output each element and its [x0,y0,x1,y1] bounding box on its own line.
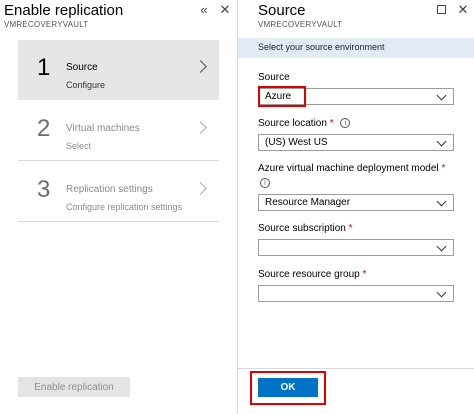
source-location-label: Source location * i [258,118,351,129]
blade-subtitle: VMRECOVERYVAULT [258,20,343,29]
source-subscription-label: Source subscription * [258,223,353,234]
info-icon[interactable]: i [260,178,270,188]
source-location-dropdown[interactable]: (US) West US [258,134,454,151]
dropdown-value: Azure [265,91,292,102]
step-subtitle: Configure replication settings [66,202,183,212]
chevron-down-icon [436,136,447,147]
step-subtitle: Select [66,141,92,151]
info-bar: Select your source environment [238,38,474,58]
required-marker: * [441,163,446,174]
label-text: Source resource group [258,269,360,280]
label-text: Source subscription [258,223,346,234]
dropdown-value: (US) West US [265,137,328,148]
enable-replication-blade: Enable replication VMRECOVERYVAULT « ✕ 1… [0,0,238,414]
close-icon[interactable]: ✕ [218,3,232,17]
footer-divider [238,368,474,369]
info-text: Select your source environment [258,42,385,52]
chevron-right-icon [194,121,207,134]
step-title: Source [66,62,98,73]
required-marker: * [362,269,367,280]
source-blade: Source VMRECOVERYVAULT ✕ Select your sou… [238,0,474,414]
source-resource-group-dropdown[interactable] [258,285,454,302]
step-title: Replication settings [66,184,153,195]
chevron-right-icon [194,182,207,195]
source-dropdown[interactable]: Azure [258,88,454,105]
label-text: Source [258,72,290,83]
step-source[interactable]: 1 Source Configure [18,40,219,100]
enable-replication-button[interactable]: Enable replication [18,377,130,397]
chevron-down-icon [436,90,447,101]
step-subtitle: Configure [66,80,106,90]
step-title: Virtual machines [66,123,140,134]
label-text: Source location [258,118,327,129]
blade-title: Source [258,2,306,19]
double-chevron-left-icon[interactable]: « [197,3,211,17]
close-icon[interactable]: ✕ [456,3,470,17]
blade-subtitle: VMRECOVERYVAULT [4,20,89,29]
step-replication-settings[interactable]: 3 Replication settings Configure replica… [18,162,219,222]
chevron-down-icon [436,241,447,252]
source-label: Source [258,72,290,83]
blade-title: Enable replication [4,2,124,19]
required-marker: * [348,223,353,234]
step-number: 3 [37,176,51,203]
required-marker: * [329,118,334,129]
ok-button[interactable]: OK [258,378,318,397]
step-number: 2 [37,115,51,142]
label-text: Azure virtual machine deployment model [258,163,439,174]
source-subscription-dropdown[interactable] [258,239,454,256]
deployment-model-dropdown[interactable]: Resource Manager [258,194,454,211]
chevron-right-icon [194,60,207,73]
step-number: 1 [37,54,51,81]
source-resource-group-label: Source resource group * [258,269,366,280]
dropdown-value: Resource Manager [265,197,351,208]
deployment-model-label: Azure virtual machine deployment model * [258,163,445,174]
chevron-down-icon [436,196,447,207]
maximize-icon[interactable] [437,5,446,14]
info-icon[interactable]: i [340,118,351,129]
step-virtual-machines[interactable]: 2 Virtual machines Select [18,101,219,161]
chevron-down-icon [436,287,447,298]
